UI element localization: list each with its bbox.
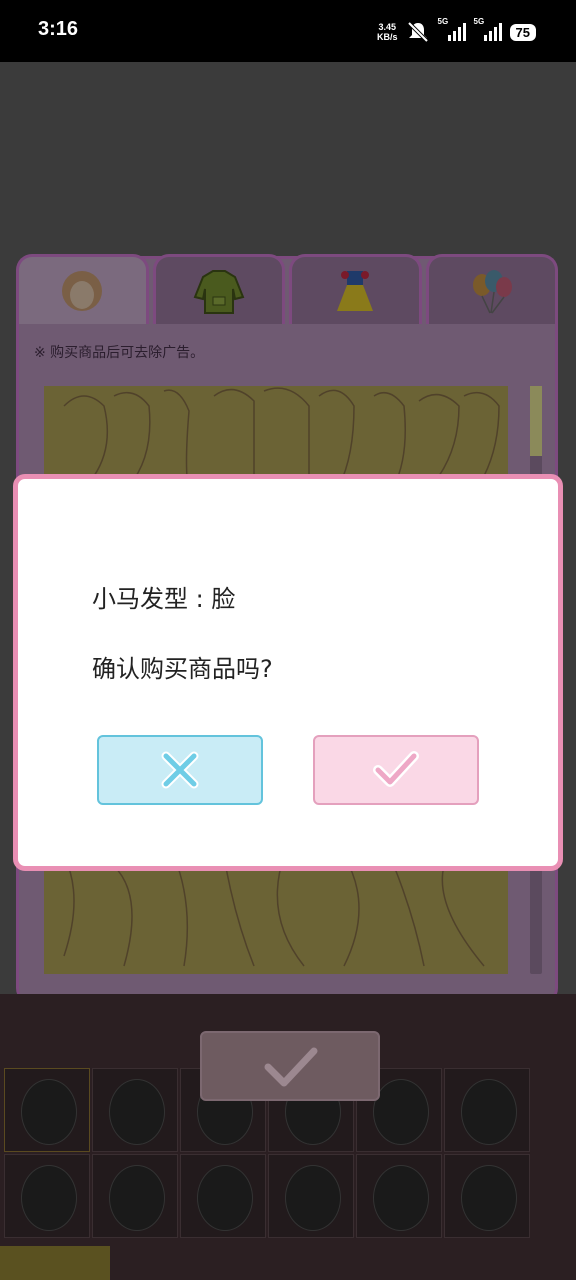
category-tabs: [16, 254, 558, 324]
dress-icon: [337, 270, 374, 311]
face-thumbnail: [21, 1079, 77, 1145]
network-type-label: 5G: [473, 17, 485, 26]
check-icon: [264, 1047, 318, 1087]
tab-dress[interactable]: [289, 254, 422, 324]
face-option[interactable]: [92, 1154, 178, 1238]
face-thumbnail: [109, 1079, 165, 1145]
confirm-button[interactable]: [313, 735, 479, 805]
cancel-button[interactable]: [97, 735, 263, 805]
balloons-icon: [472, 269, 512, 313]
purchase-confirm-dialog: 小马发型 : 脸 确认购买商品吗?: [13, 474, 563, 871]
face-thumbnail: [197, 1165, 253, 1231]
tab-balloons[interactable]: [425, 254, 558, 324]
face-option[interactable]: [356, 1154, 442, 1238]
face-thumbnail: [21, 1165, 77, 1231]
battery-icon: 75: [509, 23, 536, 41]
network-speed: 3.45 KB/s: [377, 22, 398, 42]
face-thumbnail: [461, 1165, 517, 1231]
face-thumbnail: [285, 1165, 341, 1231]
tab-clothes[interactable]: [152, 254, 285, 324]
hoodie-icon: [193, 269, 245, 314]
face-option[interactable]: [268, 1154, 354, 1238]
network-speed-value: 3.45: [378, 22, 397, 32]
face-option[interactable]: [92, 1068, 178, 1152]
face-option[interactable]: [4, 1068, 90, 1152]
status-icons: 3.45 KB/s 5G 5G 75: [377, 17, 536, 46]
network-type-label: 5G: [437, 17, 449, 26]
dialog-item-name: 小马发型 : 脸: [92, 585, 236, 613]
signal-icon: 5G: [474, 17, 502, 41]
face-thumbnail: [461, 1079, 517, 1145]
face-thumbnail: [373, 1165, 429, 1231]
close-icon: [161, 751, 199, 789]
bottom-banner: [0, 1246, 110, 1280]
tab-hair[interactable]: [16, 254, 149, 324]
network-speed-unit: KB/s: [377, 32, 398, 42]
mute-icon: [407, 21, 428, 43]
face-option[interactable]: [444, 1154, 530, 1238]
status-bar: 3:16 3.45 KB/s 5G 5G 75: [0, 0, 576, 62]
face-thumbnail: [373, 1079, 429, 1145]
face-option[interactable]: [4, 1154, 90, 1238]
status-time: 3:16: [38, 18, 79, 40]
face-option[interactable]: [444, 1068, 530, 1152]
check-icon: [373, 751, 419, 787]
face-option[interactable]: [180, 1154, 266, 1238]
signal-icon: 5G: [438, 17, 466, 41]
apply-button[interactable]: [200, 1031, 380, 1101]
hair-icon: [62, 270, 103, 311]
ad-removal-notice: ※ 购买商品后可去除广告。: [34, 345, 205, 361]
face-thumbnail: [109, 1165, 165, 1231]
scrollbar-thumb[interactable]: [530, 386, 542, 456]
dialog-question: 确认购买商品吗?: [92, 655, 273, 683]
